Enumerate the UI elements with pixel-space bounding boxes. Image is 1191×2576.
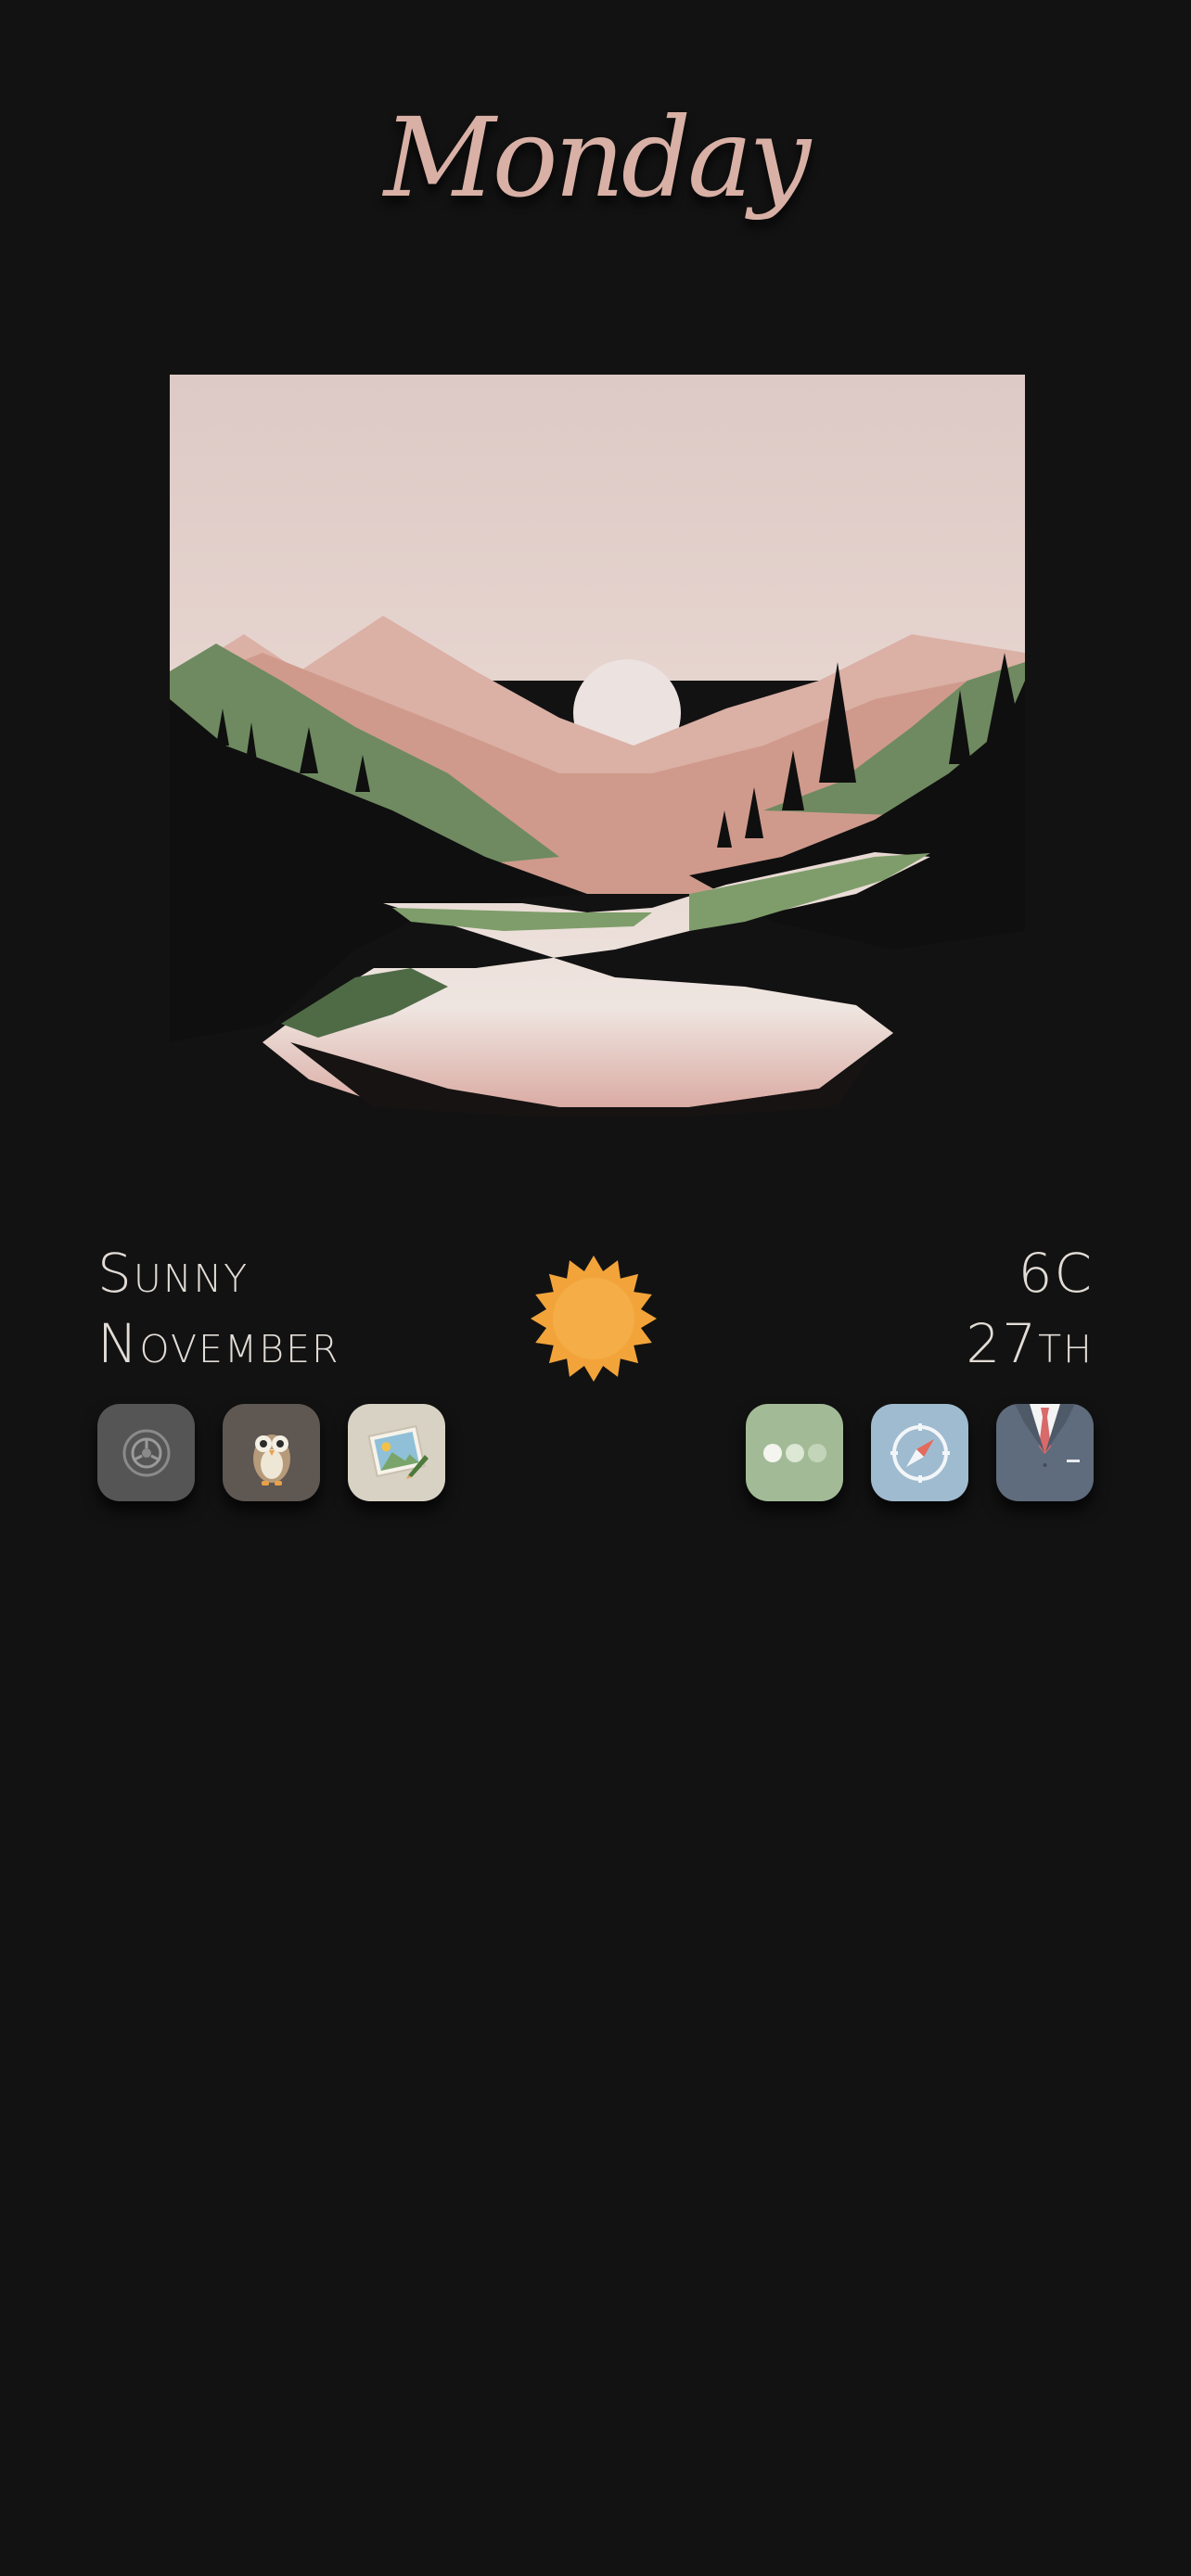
- weather-condition: Sunny: [97, 1242, 250, 1305]
- settings-app-button[interactable]: [97, 1404, 195, 1501]
- landscape-illustration: [170, 375, 1025, 1116]
- sun-icon: [531, 1256, 657, 1382]
- messages-app-button[interactable]: [746, 1404, 843, 1501]
- owl-app-button[interactable]: [223, 1404, 320, 1501]
- day-label: Monday: [383, 94, 811, 222]
- weather-right: 6C 27th: [966, 1238, 1094, 1379]
- weather-date: 27th: [966, 1312, 1094, 1375]
- settings-icon: [122, 1429, 170, 1476]
- suit-app-button[interactable]: [996, 1404, 1094, 1501]
- weather-left: Sunny November: [97, 1238, 340, 1379]
- safari-app-button[interactable]: [871, 1404, 968, 1501]
- weather-month: November: [97, 1312, 340, 1375]
- owl-icon: [252, 1434, 290, 1486]
- suit-icon: [1015, 1404, 1080, 1467]
- safari-compass-icon: [890, 1422, 950, 1483]
- weather-temperature: 6C: [1018, 1242, 1094, 1305]
- photos-app-button[interactable]: [348, 1404, 445, 1501]
- photos-icon: [366, 1424, 429, 1479]
- messages-icon: [762, 1443, 826, 1462]
- day-title: Monday: [0, 88, 1191, 227]
